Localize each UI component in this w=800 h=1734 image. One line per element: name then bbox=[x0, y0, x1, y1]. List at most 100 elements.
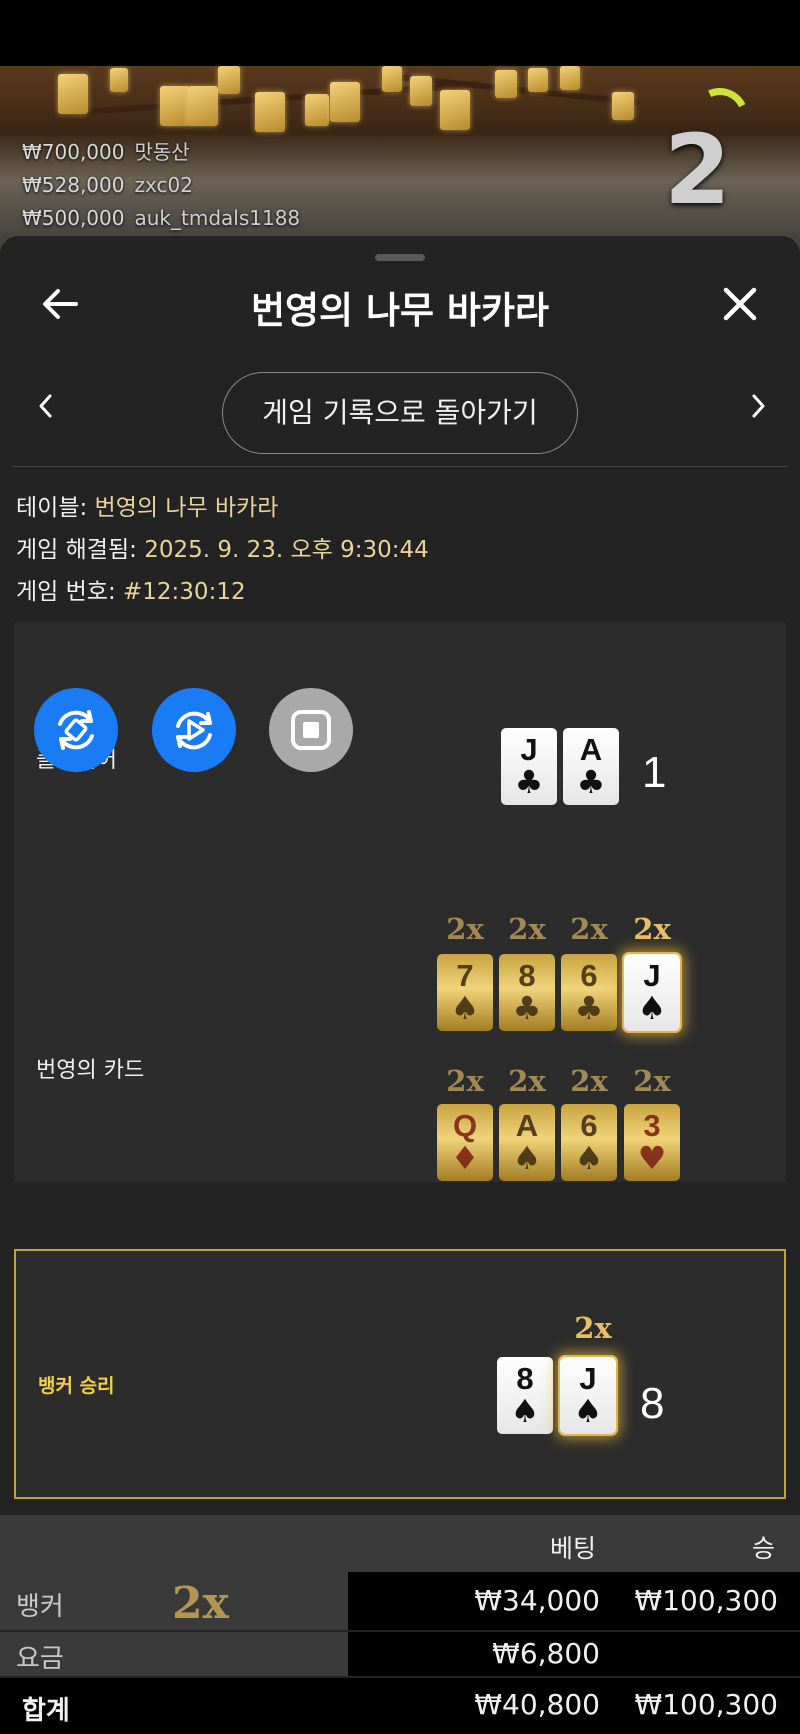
card-suit: ♣ bbox=[574, 989, 604, 1027]
prosperity-card-highlighted: J ♠ bbox=[624, 954, 680, 1031]
status-bar bbox=[0, 0, 800, 66]
next-game-button[interactable] bbox=[740, 386, 776, 426]
bet-label: 뱅커 bbox=[16, 1592, 64, 1622]
winner-row: ₩528,000 zxc02 bbox=[22, 169, 300, 202]
winner-row: ₩500,000 auk_tmdals1188 bbox=[22, 202, 300, 235]
info-table-label: 테이블: bbox=[16, 495, 88, 521]
card-suit: ♣ bbox=[512, 989, 542, 1027]
prosperity-card: A ♠ bbox=[499, 1104, 555, 1181]
gold-leaf bbox=[382, 66, 402, 92]
card-suit: ♥ bbox=[637, 1139, 667, 1177]
total-row: 합계 ₩40,800 ₩100,300 bbox=[0, 1678, 800, 1734]
close-button[interactable] bbox=[716, 280, 764, 328]
winner-amount: ₩500,000 bbox=[22, 206, 125, 230]
sheet-drag-handle[interactable] bbox=[375, 254, 425, 261]
recent-winners: ₩700,000 맛동산 ₩528,000 zxc02 ₩500,000 auk_tm… bbox=[22, 136, 300, 235]
bet-row: 요금 ₩6,800 bbox=[0, 1632, 800, 1676]
gold-leaf bbox=[160, 86, 190, 126]
winner-amount: ₩700,000 bbox=[22, 140, 125, 164]
prosperity-card: 8 ♣ bbox=[499, 954, 555, 1031]
multiplier-badge: 2x bbox=[570, 1064, 608, 1098]
bet-table-header: 베팅 승 bbox=[0, 1515, 800, 1572]
banker-card: 8 ♠ bbox=[497, 1357, 553, 1434]
col-bet-header: 베팅 bbox=[550, 1534, 597, 1563]
gold-leaf bbox=[188, 86, 218, 126]
bet-amount: ₩6,800 bbox=[492, 1637, 600, 1670]
col-win-header: 승 bbox=[752, 1534, 776, 1563]
winner-amount: ₩528,000 bbox=[22, 173, 125, 197]
win-amount: ₩100,300 bbox=[634, 1584, 778, 1617]
bet-label: 요금 bbox=[16, 1644, 64, 1674]
card-suit: ♣ bbox=[514, 763, 544, 801]
bet-row: 뱅커 2x ₩34,000 ₩100,300 bbox=[0, 1572, 800, 1630]
multiplier-badge: 2x bbox=[508, 1064, 546, 1098]
winner-row: ₩700,000 맛동산 bbox=[22, 136, 300, 169]
gold-leaf bbox=[560, 66, 580, 90]
card-suit: ♠ bbox=[574, 1139, 604, 1177]
multiplier-badge: 2x bbox=[508, 912, 546, 946]
prosperity-card: 6 ♠ bbox=[561, 1104, 617, 1181]
countdown-timer: 2 bbox=[664, 114, 731, 226]
winner-name: 맛동산 bbox=[134, 140, 190, 164]
multiplier-badge: 2x bbox=[446, 1064, 484, 1098]
stop-icon bbox=[291, 710, 331, 750]
gold-leaf bbox=[528, 68, 548, 92]
info-table: 테이블: 번영의 나무 바카라 bbox=[16, 488, 278, 522]
gold-leaf bbox=[495, 70, 517, 98]
multiplier-badge: 2x bbox=[633, 912, 671, 946]
card-suit: ♦ bbox=[450, 1139, 480, 1177]
winner-name: zxc02 bbox=[134, 173, 193, 197]
info-game-number-value: #12:30:12 bbox=[123, 579, 246, 605]
prosperity-label: 번영의 카드 bbox=[36, 1058, 145, 1083]
card-suit: ♠ bbox=[637, 989, 667, 1027]
replay-button[interactable] bbox=[152, 688, 236, 772]
card-suit: ♠ bbox=[512, 1139, 542, 1177]
stop-button[interactable] bbox=[269, 688, 353, 772]
back-to-history-button[interactable]: 게임 기록으로 돌아가기 bbox=[222, 372, 578, 454]
prosperity-card: 3 ♥ bbox=[624, 1104, 680, 1181]
info-resolved: 게임 해결됨: 2025. 9. 23. 오후 9:30:44 bbox=[16, 530, 429, 564]
total-bet: ₩40,800 bbox=[474, 1688, 600, 1721]
card-suit: ♣ bbox=[576, 763, 606, 801]
bet-amount: ₩34,000 bbox=[474, 1584, 600, 1617]
replay-icon bbox=[176, 711, 212, 750]
card-suit: ♠ bbox=[450, 989, 480, 1027]
prev-game-button[interactable] bbox=[28, 386, 64, 426]
banker-win-label: 뱅커 승리 bbox=[38, 1375, 115, 1397]
multiplier-badge: 2x bbox=[633, 1064, 671, 1098]
player-card: A ♣ bbox=[563, 728, 619, 805]
banker-win-panel: 뱅커 승리 2x 8 ♠ J ♠ 8 bbox=[14, 1249, 786, 1499]
live-video: ₩700,000 맛동산 ₩528,000 zxc02 ₩500,000 auk_tm… bbox=[0, 66, 800, 256]
card-suit: ♠ bbox=[510, 1392, 540, 1430]
divider bbox=[12, 466, 788, 467]
gold-leaf bbox=[410, 76, 432, 106]
info-resolved-value: 2025. 9. 23. 오후 9:30:44 bbox=[144, 537, 429, 563]
gold-leaf bbox=[305, 94, 329, 126]
rotate-button[interactable] bbox=[34, 688, 118, 772]
banker-score: 8 bbox=[640, 1379, 665, 1428]
chevron-right-icon bbox=[752, 394, 765, 418]
info-game-number: 게임 번호: #12:30:12 bbox=[16, 572, 246, 606]
gold-leaf bbox=[218, 66, 240, 94]
multiplier-badge: 2x bbox=[574, 1311, 612, 1345]
gold-leaf bbox=[58, 74, 88, 114]
player-score: 1 bbox=[642, 748, 667, 797]
gold-leaf bbox=[330, 82, 360, 122]
info-game-number-label: 게임 번호: bbox=[16, 579, 116, 605]
gold-leaf bbox=[612, 92, 634, 120]
prosperity-card: 6 ♣ bbox=[561, 954, 617, 1031]
gold-leaf bbox=[255, 92, 285, 132]
winner-name: auk_tmdals1188 bbox=[134, 206, 301, 230]
info-resolved-label: 게임 해결됨: bbox=[16, 537, 137, 563]
total-label: 합계 bbox=[22, 1696, 70, 1726]
player-card: J ♣ bbox=[501, 728, 557, 805]
prosperity-card: 7 ♠ bbox=[437, 954, 493, 1031]
rotate-icon bbox=[58, 710, 94, 750]
info-table-value: 번영의 나무 바카라 bbox=[94, 495, 279, 521]
multiplier-badge: 2x bbox=[172, 1578, 229, 1629]
gold-leaf bbox=[440, 90, 470, 130]
result-panel: 플레이어 J ♣ A ♣ 1 번영의 카드 2x 2x 2x 2x 7 ♠ 8 … bbox=[14, 622, 786, 1182]
gold-leaf bbox=[110, 68, 128, 92]
page-title: 번영의 나무 바카라 bbox=[250, 289, 550, 332]
multiplier-badge: 2x bbox=[446, 912, 484, 946]
